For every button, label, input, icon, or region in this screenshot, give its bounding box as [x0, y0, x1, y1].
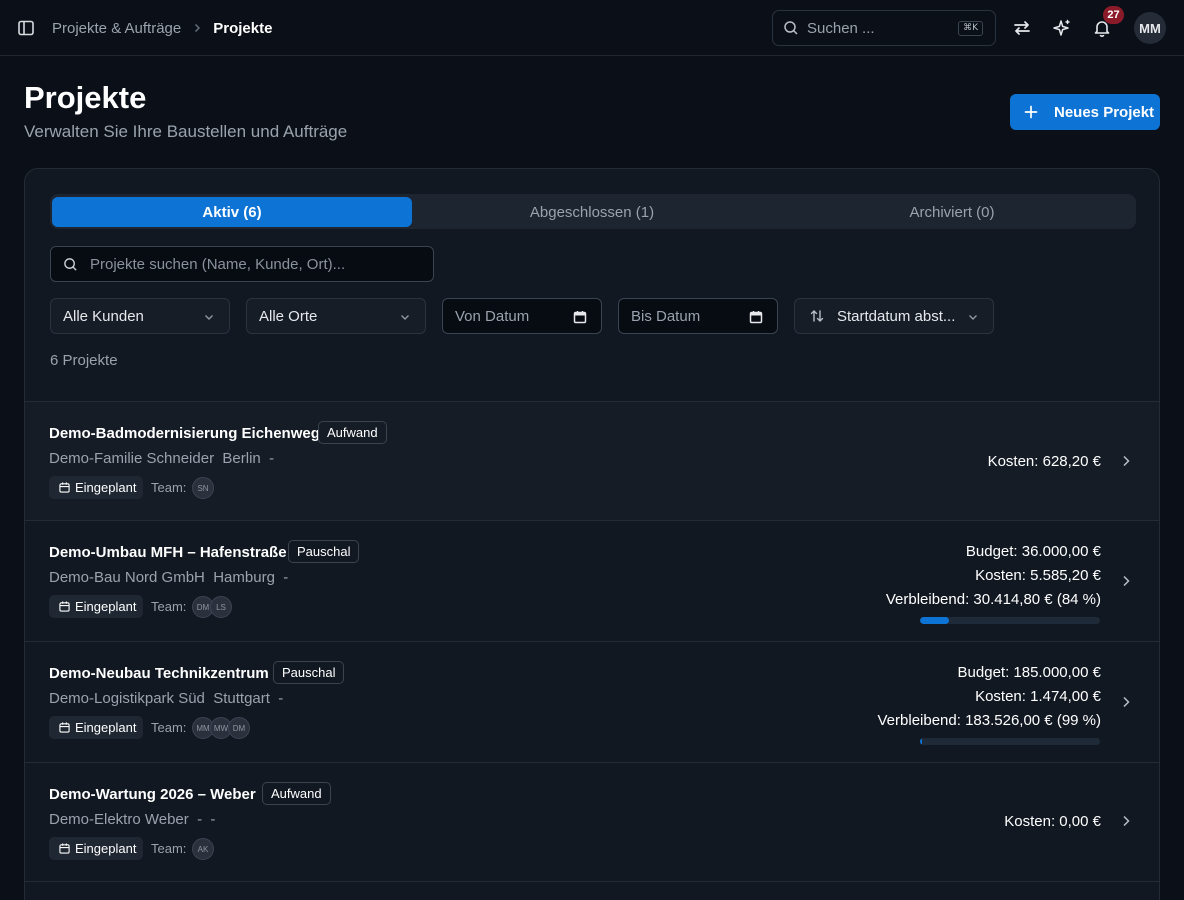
project-meta: Demo-Familie Schneider Berlin - [49, 450, 275, 467]
budget-amount: Budget: 185.000,00 € [957, 664, 1101, 681]
billing-type-badge: Pauschal [288, 540, 360, 563]
projects-card: Aktiv (6) Abgeschlossen (1) Archiviert (… [24, 168, 1160, 900]
status-label: Eingeplant [75, 480, 137, 495]
calendar-icon [59, 843, 70, 854]
chevron-right-icon [1119, 574, 1133, 588]
search-icon [63, 257, 78, 272]
project-row[interactable]: Demo-Neubau Technikzentrum Pauschal Demo… [25, 641, 1159, 762]
customer-select-value: Alle Kunden [63, 307, 144, 325]
cost-amount: Kosten: 628,20 € [987, 453, 1101, 470]
project-row[interactable]: Demo-Wartung 2026 – Weber Aufwand Demo-E… [25, 762, 1159, 881]
cost-amount: Kosten: 1.474,00 € [975, 688, 1101, 705]
team-label: Team: [151, 841, 187, 856]
chevron-down-icon [203, 311, 215, 323]
date-from-placeholder: Von Datum [455, 307, 530, 325]
page-subtitle: Verwalten Sie Ihre Baustellen und Aufträ… [24, 122, 348, 141]
chevron-down-icon [399, 311, 411, 323]
date-from-input[interactable]: Von Datum [442, 298, 602, 334]
location-select-value: Alle Orte [259, 307, 318, 325]
team-member-avatar: SN [192, 477, 214, 499]
tab-completed[interactable]: Abgeschlossen (1) [412, 197, 772, 227]
calendar-icon [59, 482, 70, 493]
project-count: 6 Projekte [50, 352, 118, 369]
billing-type-badge: Pauschal [273, 661, 345, 684]
sidebar-toggle-icon[interactable] [17, 19, 35, 37]
switch-arrows-icon[interactable] [1010, 16, 1034, 40]
chevron-right-icon [1119, 454, 1133, 468]
status-badge: Eingeplant [49, 837, 144, 860]
project-search-placeholder: Projekte suchen (Name, Kunde, Ort)... [90, 255, 346, 273]
project-meta: Demo-Logistikpark Süd Stuttgart - [49, 690, 284, 707]
project-row[interactable] [25, 881, 1159, 900]
search-icon [783, 20, 799, 36]
remaining-amount: Verbleibend: 30.414,80 € (84 %) [885, 591, 1101, 608]
user-avatar[interactable]: MM [1134, 12, 1166, 44]
calendar-icon [59, 722, 70, 733]
budget-progress-bar [920, 617, 1100, 624]
team-member-avatar: DM [228, 717, 250, 739]
breadcrumb-current: Projekte [213, 19, 273, 37]
new-project-button[interactable]: Neues Projekt [1010, 94, 1160, 130]
notification-count-badge: 27 [1103, 6, 1124, 24]
chevron-right-icon [191, 22, 203, 34]
cost-amount: Kosten: 0,00 € [1004, 813, 1101, 830]
team-label: Team: [151, 599, 187, 614]
status-label: Eingeplant [75, 599, 137, 614]
page-title: Projekte [24, 80, 147, 115]
chevron-right-icon [1119, 814, 1133, 828]
customer-select[interactable]: Alle Kunden [50, 298, 230, 334]
status-badge: Eingeplant [49, 716, 144, 739]
tab-archived[interactable]: Archiviert (0) [772, 197, 1132, 227]
project-name: Demo-Neubau Technikzentrum [49, 665, 269, 682]
calendar-icon [573, 310, 587, 324]
plus-icon [1024, 105, 1038, 119]
budget-progress-fill [920, 617, 949, 624]
chevron-down-icon [967, 311, 979, 323]
calendar-icon [749, 310, 763, 324]
top-bar: Projekte & Aufträge Projekte Suchen ... … [0, 0, 1184, 56]
tab-active[interactable]: Aktiv (6) [52, 197, 412, 227]
calendar-icon [59, 601, 70, 612]
project-meta: Demo-Bau Nord GmbH Hamburg - [49, 569, 289, 586]
project-name: Demo-Badmodernisierung Eichenweg [49, 425, 320, 442]
search-shortcut: ⌘K [958, 21, 983, 36]
status-badge: Eingeplant [49, 595, 144, 618]
team-member-avatar: AK [192, 838, 214, 860]
team-member-avatar: LS [210, 596, 232, 618]
sort-select[interactable]: Startdatum abst... [794, 298, 994, 334]
sort-select-value: Startdatum abst... [837, 307, 956, 325]
global-search-placeholder: Suchen ... [807, 19, 875, 37]
team-label: Team: [151, 720, 187, 735]
sort-arrows-icon [809, 308, 825, 324]
date-to-placeholder: Bis Datum [631, 307, 701, 325]
location-select[interactable]: Alle Orte [246, 298, 426, 334]
billing-type-badge: Aufwand [262, 782, 331, 805]
status-label: Eingeplant [75, 841, 137, 856]
breadcrumb: Projekte & Aufträge Projekte [52, 19, 272, 37]
project-name: Demo-Umbau MFH – Hafenstraße [49, 544, 287, 561]
project-search-input[interactable]: Projekte suchen (Name, Kunde, Ort)... [50, 246, 434, 282]
global-search-input[interactable]: Suchen ... ⌘K [772, 10, 996, 46]
status-tabs: Aktiv (6) Abgeschlossen (1) Archiviert (… [50, 194, 1136, 229]
cost-amount: Kosten: 5.585,20 € [975, 567, 1101, 584]
breadcrumb-parent[interactable]: Projekte & Aufträge [52, 20, 181, 37]
remaining-amount: Verbleibend: 183.526,00 € (99 %) [877, 712, 1102, 729]
team-label: Team: [151, 480, 187, 495]
billing-type-badge: Aufwand [318, 421, 387, 444]
sparkles-icon[interactable] [1050, 16, 1074, 40]
project-name: Demo-Wartung 2026 – Weber [49, 786, 256, 803]
chevron-right-icon [1119, 695, 1133, 709]
status-badge: Eingeplant [49, 476, 144, 499]
budget-amount: Budget: 36.000,00 € [965, 543, 1101, 560]
project-row[interactable]: Demo-Umbau MFH – Hafenstraße Pauschal De… [25, 520, 1159, 641]
budget-progress-bar [920, 738, 1100, 745]
status-label: Eingeplant [75, 720, 137, 735]
budget-progress-fill [920, 738, 922, 745]
project-row[interactable]: Demo-Badmodernisierung Eichenweg Aufwand… [25, 401, 1159, 520]
project-meta: Demo-Elektro Weber - - [49, 811, 216, 828]
date-to-input[interactable]: Bis Datum [618, 298, 778, 334]
new-project-label: Neues Projekt [1054, 103, 1155, 121]
